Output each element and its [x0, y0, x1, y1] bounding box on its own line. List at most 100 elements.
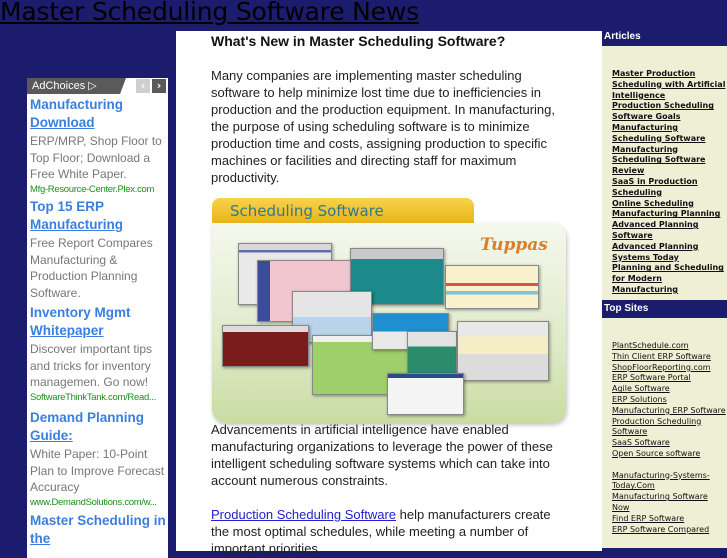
ad-url[interactable]: www.DemandSolutions.com/w...	[30, 496, 168, 509]
ad-description: ERP/MRP, Shop Floor to Top Floor; Downlo…	[30, 134, 162, 181]
ad-title-link[interactable]: Top 15 ERP Manufacturing	[30, 198, 168, 234]
top-site-item: ERP Software Compared	[612, 525, 727, 536]
ai-paragraph: Advancements in artificial intelligence …	[211, 422, 553, 488]
top-site-link[interactable]: Manufacturing Software Now	[612, 492, 708, 512]
top-site-item: Manufacturing Software Now	[612, 492, 727, 514]
top-site-link[interactable]: Manufacturing ERP Software	[612, 406, 726, 415]
top-site-link[interactable]: PlantSchedule.com	[612, 341, 689, 350]
top-site-item: ERP Solutions	[612, 395, 727, 406]
top-site-link[interactable]: Manufacturing-Systems-Today.Com	[612, 471, 710, 491]
top-sites-header: Top Sites	[602, 300, 727, 318]
articles-header: Articles	[602, 28, 727, 46]
top-site-item: Manufacturing ERP Software	[612, 406, 727, 417]
top-site-link[interactable]: Thin Client ERP Software	[612, 352, 711, 361]
top-site-link[interactable]: ERP Software Portal	[612, 373, 691, 382]
screenshot-thumbnail	[387, 373, 464, 415]
page-title: What's New in Master Scheduling Software…	[211, 33, 506, 49]
article-link[interactable]: Manufacturing Planning	[612, 209, 720, 218]
top-site-item: Manufacturing-Systems-Today.Com	[612, 471, 727, 493]
tuppas-logo: Tuppas	[480, 235, 548, 255]
main-content: What's New in Master Scheduling Software…	[176, 31, 602, 556]
ad-item: Top 15 ERP Manufacturing Free Report Comp…	[30, 198, 168, 301]
article-link[interactable]: Online Scheduling	[612, 199, 694, 208]
top-site-item: PlantSchedule.com	[612, 341, 727, 352]
ad-title-line: Download	[30, 115, 95, 130]
ad-title-line: Master Scheduling in	[30, 513, 166, 528]
ad-title-line: Whitepaper	[30, 323, 104, 338]
article-item: Online Scheduling	[612, 199, 727, 210]
ad-title-line: Manufacturing	[30, 97, 123, 112]
screenshot-thumbnail	[222, 325, 309, 367]
article-link[interactable]: SaaS in Production Scheduling	[612, 177, 698, 197]
ad-title-line: Top 15 ERP	[30, 199, 105, 214]
ad-title-link[interactable]: Demand Planning Guide:	[30, 409, 168, 445]
article-item: Manufacturing Planning	[612, 209, 727, 220]
adchoices-badge[interactable]: AdChoices ▷	[27, 78, 126, 94]
banner-tab: Scheduling Software	[212, 198, 474, 224]
intro-paragraph: Many companies are implementing master s…	[211, 68, 556, 185]
top-site-item: Agile Software	[612, 384, 727, 395]
ad-title-line: the	[30, 531, 51, 546]
article-item: Planning and Scheduling for Modern Manuf…	[612, 263, 727, 295]
ad-item: Master Scheduling in the	[30, 512, 168, 548]
top-site-link[interactable]: Find ERP Software	[612, 514, 684, 523]
site-title[interactable]: Master Scheduling Software News	[0, 0, 419, 26]
ad-item: Inventory Mgmt Whitepaper Discover import…	[30, 304, 168, 404]
ad-item: Demand Planning Guide: White Paper: 10-Po…	[30, 409, 168, 509]
right-sidebar: Articles Master Production Scheduling wi…	[602, 28, 727, 548]
top-site-link[interactable]: Production Scheduling Software	[612, 417, 701, 437]
top-site-link[interactable]: SaaS Software	[612, 438, 670, 447]
production-scheduling-software-link[interactable]: Production Scheduling Software	[211, 507, 396, 522]
scheduling-software-banner[interactable]: Scheduling Software Tuppas	[212, 195, 568, 423]
screenshot-thumbnail	[457, 321, 549, 381]
ad-url[interactable]: SoftwareThinkTank.com/Read...	[30, 391, 168, 404]
ad-description: Discover important tips and tricks for i…	[30, 342, 153, 389]
top-site-link[interactable]: ShopFloorReporting.com	[612, 363, 711, 372]
article-item: SaaS in Production Scheduling	[612, 177, 727, 199]
article-link[interactable]: Manufacturing Scheduling Software Review	[612, 145, 705, 176]
top-site-link[interactable]: ERP Software Compared	[612, 525, 709, 534]
screenshot-thumbnail	[445, 265, 539, 309]
top-site-link[interactable]: ERP Solutions	[612, 395, 667, 404]
ad-title-link[interactable]: Inventory Mgmt Whitepaper	[30, 304, 168, 340]
production-scheduling-paragraph: Production Scheduling Software help manu…	[211, 506, 571, 557]
ad-title-line: Inventory Mgmt	[30, 305, 131, 320]
top-site-item: SaaS Software	[612, 438, 727, 449]
top-site-item: Production Scheduling Software	[612, 417, 727, 439]
top-sites-list: PlantSchedule.com Thin Client ERP Softwar…	[612, 341, 727, 535]
list-spacer	[612, 460, 727, 471]
top-site-item: Open Source software	[612, 449, 727, 460]
article-item: Master Production Scheduling with Artifi…	[612, 69, 727, 101]
ad-panel: AdChoices ▷ ‹ › Manufacturing Download ER…	[27, 78, 168, 558]
top-site-item: ShopFloorReporting.com	[612, 363, 727, 374]
article-link[interactable]: Planning and Scheduling for Modern Manuf…	[612, 263, 724, 294]
article-item: Production Scheduling Software Goals	[612, 101, 727, 123]
articles-list: Master Production Scheduling with Artifi…	[612, 69, 727, 296]
article-item: Advanced Planning Software	[612, 220, 727, 242]
ad-item: Manufacturing Download ERP/MRP, Shop Floo…	[30, 96, 168, 196]
article-link[interactable]: Manufacturing Scheduling Software	[612, 123, 705, 143]
top-site-item: ERP Software Portal	[612, 373, 727, 384]
ad-url[interactable]: Mfg-Resource-Center.Plex.com	[30, 183, 168, 196]
ad-title-line: Guide:	[30, 428, 73, 443]
article-link[interactable]: Master Production Scheduling with Artifi…	[612, 69, 725, 100]
article-link[interactable]: Production Scheduling Software Goals	[612, 101, 714, 121]
top-site-link[interactable]: Open Source software	[612, 449, 700, 458]
ad-description: Free Report Compares Manufacturing & Pro…	[30, 236, 153, 300]
banner-tab-label: Scheduling Software	[230, 202, 384, 220]
top-site-link[interactable]: Agile Software	[612, 384, 670, 393]
article-link[interactable]: Advanced Planning Software	[612, 220, 698, 240]
ad-title-link[interactable]: Manufacturing Download	[30, 96, 168, 132]
top-site-item: Thin Client ERP Software	[612, 352, 727, 363]
ad-title-line: Demand Planning	[30, 410, 145, 425]
article-item: Manufacturing Scheduling Software Review	[612, 145, 727, 177]
top-site-item: Find ERP Software	[612, 514, 727, 525]
chevron-right-icon[interactable]: ›	[152, 79, 166, 93]
ad-title-line: Manufacturing	[30, 217, 123, 232]
ad-title-link[interactable]: Master Scheduling in the	[30, 512, 168, 548]
article-link[interactable]: Advanced Planning Systems Today	[612, 242, 698, 262]
chevron-left-icon[interactable]: ‹	[136, 79, 150, 93]
banner-image: Tuppas	[212, 223, 566, 423]
ad-description: White Paper: 10-Point Plan to Improve Fo…	[30, 447, 165, 494]
article-item: Manufacturing Scheduling Software	[612, 123, 727, 145]
